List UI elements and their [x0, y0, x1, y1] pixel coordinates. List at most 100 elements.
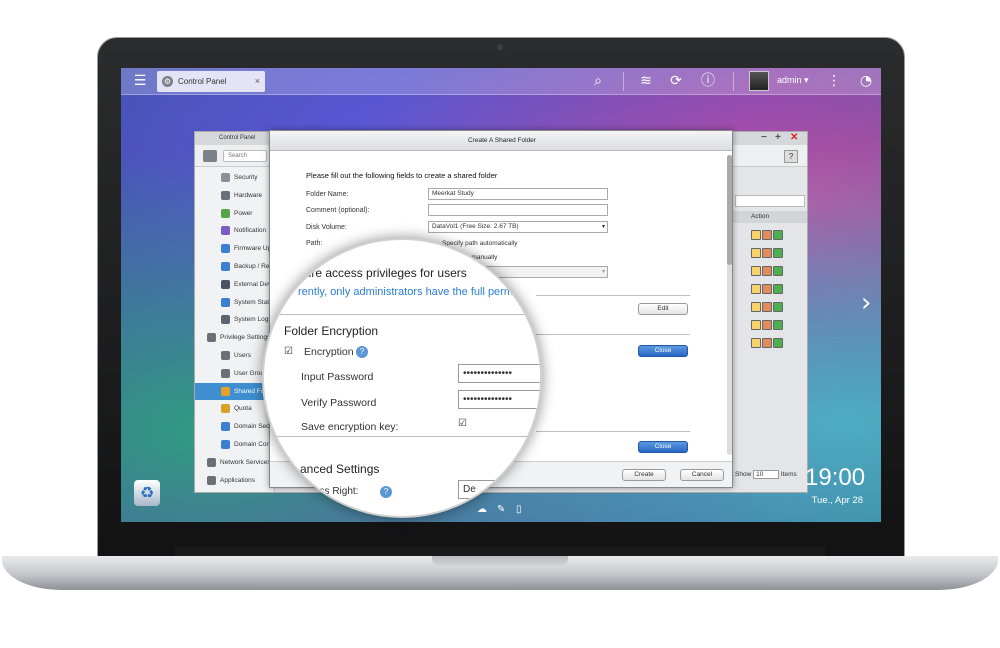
permission-icon[interactable]: [762, 320, 772, 330]
save-key-checkbox[interactable]: ☑: [458, 418, 467, 429]
sidebar-item-notification[interactable]: Notification: [195, 222, 275, 239]
edit-icon[interactable]: [751, 302, 761, 312]
sidebar-item-system-logs[interactable]: System Logs: [195, 311, 275, 328]
table-row: [751, 281, 791, 295]
sidebar-item-icon: [221, 351, 230, 360]
chevron-right-icon[interactable]: ›: [861, 288, 871, 318]
clock: 19:00: [805, 464, 866, 491]
edit-icon[interactable]: [751, 266, 761, 276]
edit-icon[interactable]: [751, 248, 761, 258]
refresh-icon[interactable]: [773, 302, 783, 312]
verify-password-field[interactable]: ••••••••••••••: [458, 390, 540, 409]
book-icon[interactable]: ▯: [516, 504, 522, 515]
permission-icon[interactable]: [762, 302, 772, 312]
list-search-input[interactable]: [735, 195, 805, 207]
tools-icon[interactable]: ✎: [497, 504, 505, 515]
help-button[interactable]: ?: [784, 150, 798, 163]
grid-icon[interactable]: [203, 150, 217, 162]
menu-icon[interactable]: ☰: [131, 72, 149, 90]
sidebar-item-domain-controller[interactable]: Domain Controller: [195, 436, 275, 453]
cancel-button[interactable]: Cancel: [680, 469, 724, 481]
access-right-select[interactable]: De: [458, 480, 540, 499]
pager: Show 10 Items: [735, 470, 797, 479]
encryption-checkbox[interactable]: ☑: [284, 346, 293, 357]
edit-icon[interactable]: [751, 230, 761, 240]
save-key-label: Save encryption key:: [301, 421, 399, 433]
edit-button[interactable]: Edit: [638, 303, 688, 315]
section-divider: [264, 314, 540, 315]
close-icon[interactable]: ×: [255, 71, 260, 92]
sidebar-item-hardware[interactable]: Hardware: [195, 187, 275, 204]
tab-control-panel[interactable]: ⚙ Control Panel ×: [157, 71, 265, 92]
search-icon[interactable]: ⌕: [589, 72, 607, 90]
access-right-label: ccess Right:: [304, 486, 359, 497]
sidebar-item-security[interactable]: Security: [195, 169, 275, 186]
cloud-icon[interactable]: ☁: [477, 504, 487, 515]
comment-label: Comment (optional):: [306, 207, 370, 214]
edit-icon[interactable]: [751, 320, 761, 330]
user-menu[interactable]: admin ▾: [777, 75, 809, 86]
refresh-icon[interactable]: [773, 230, 783, 240]
camera: [497, 44, 503, 50]
disk-volume-select[interactable]: DataVol1 (Free Size: 2.67 TB) ▾: [428, 221, 608, 233]
path-auto-option[interactable]: Specify path automatically: [442, 240, 518, 247]
refresh-icon[interactable]: [773, 284, 783, 294]
minimize-icon[interactable]: −: [761, 132, 767, 144]
permission-icon[interactable]: [762, 284, 772, 294]
help-icon[interactable]: ?: [356, 346, 368, 358]
refresh-icon[interactable]: [773, 320, 783, 330]
permission-icon[interactable]: [762, 248, 772, 258]
sidebar-item-network-services[interactable]: Network Services: [195, 454, 275, 471]
edit-icon[interactable]: [751, 284, 761, 294]
sync-icon[interactable]: ⟳: [667, 72, 685, 90]
help-icon[interactable]: ?: [380, 486, 392, 498]
scroll-thumb[interactable]: [727, 155, 732, 265]
close-button[interactable]: Close: [638, 345, 688, 357]
close-button-2[interactable]: Close: [638, 441, 688, 453]
folder-name-input[interactable]: Meerkat Study: [428, 188, 608, 200]
sidebar-item-label: Notification: [234, 227, 267, 235]
recycle-bin-icon[interactable]: ♻: [134, 480, 160, 506]
refresh-icon[interactable]: [773, 248, 783, 258]
create-button[interactable]: Create: [622, 469, 666, 481]
gear-icon: ⚙: [162, 76, 173, 87]
input-password-field[interactable]: ••••••••••••••: [458, 364, 540, 383]
input-password-label: Input Password: [301, 371, 374, 383]
sidebar-item-system-status[interactable]: System Status: [195, 294, 275, 311]
stack-icon[interactable]: ≋: [637, 72, 655, 90]
info-icon[interactable]: ⓘ: [699, 72, 717, 90]
sidebar-item-power[interactable]: Power: [195, 205, 275, 222]
permission-icon[interactable]: [762, 338, 772, 348]
sidebar-item-icon: [221, 368, 230, 378]
search-input[interactable]: Search: [223, 150, 267, 162]
comment-input[interactable]: [428, 204, 608, 216]
sidebar-item-icon: [221, 315, 230, 325]
table-row: [751, 245, 791, 259]
access-note: rently, only administrators have the ful…: [298, 286, 513, 298]
permission-icon[interactable]: [762, 230, 772, 240]
page-size-select[interactable]: 10: [753, 470, 780, 479]
sidebar-item-applications[interactable]: Applications: [195, 472, 275, 489]
show-label: Show: [735, 471, 752, 478]
sidebar-item-quota[interactable]: Quota: [195, 400, 275, 417]
sidebar-item-firmware-update[interactable]: Firmware Update: [195, 240, 275, 257]
sidebar-item-backup-restore[interactable]: Backup / Restore: [195, 258, 275, 275]
maximize-icon[interactable]: +: [775, 132, 781, 144]
refresh-icon[interactable]: [773, 266, 783, 276]
divider: [733, 72, 734, 91]
edit-icon[interactable]: [751, 338, 761, 348]
dashboard-icon[interactable]: ◔: [857, 72, 875, 90]
sidebar-item-domain-security[interactable]: Domain Security: [195, 418, 275, 435]
sidebar-item-label: Privilege Settings: [220, 334, 271, 342]
laptop-photo: ☰ ⚙ Control Panel × ⌕ ≋ ⟳ ⓘ admin ▾ ⋮ ◔ …: [0, 0, 1000, 648]
refresh-icon[interactable]: [773, 338, 783, 348]
dialog-scrollbar[interactable]: [727, 155, 732, 455]
close-window-icon[interactable]: ✕: [790, 132, 798, 144]
sidebar-item-icon: [221, 440, 230, 449]
sidebar-item-privilege-settings[interactable]: Privilege Settings: [195, 329, 275, 346]
permission-icon[interactable]: [762, 266, 772, 276]
disk-volume-value: DataVol1 (Free Size: 2.67 TB): [432, 223, 519, 230]
more-icon[interactable]: ⋮: [825, 72, 843, 90]
sidebar-item-external-device[interactable]: External Device: [195, 276, 275, 293]
avatar[interactable]: [749, 71, 769, 91]
